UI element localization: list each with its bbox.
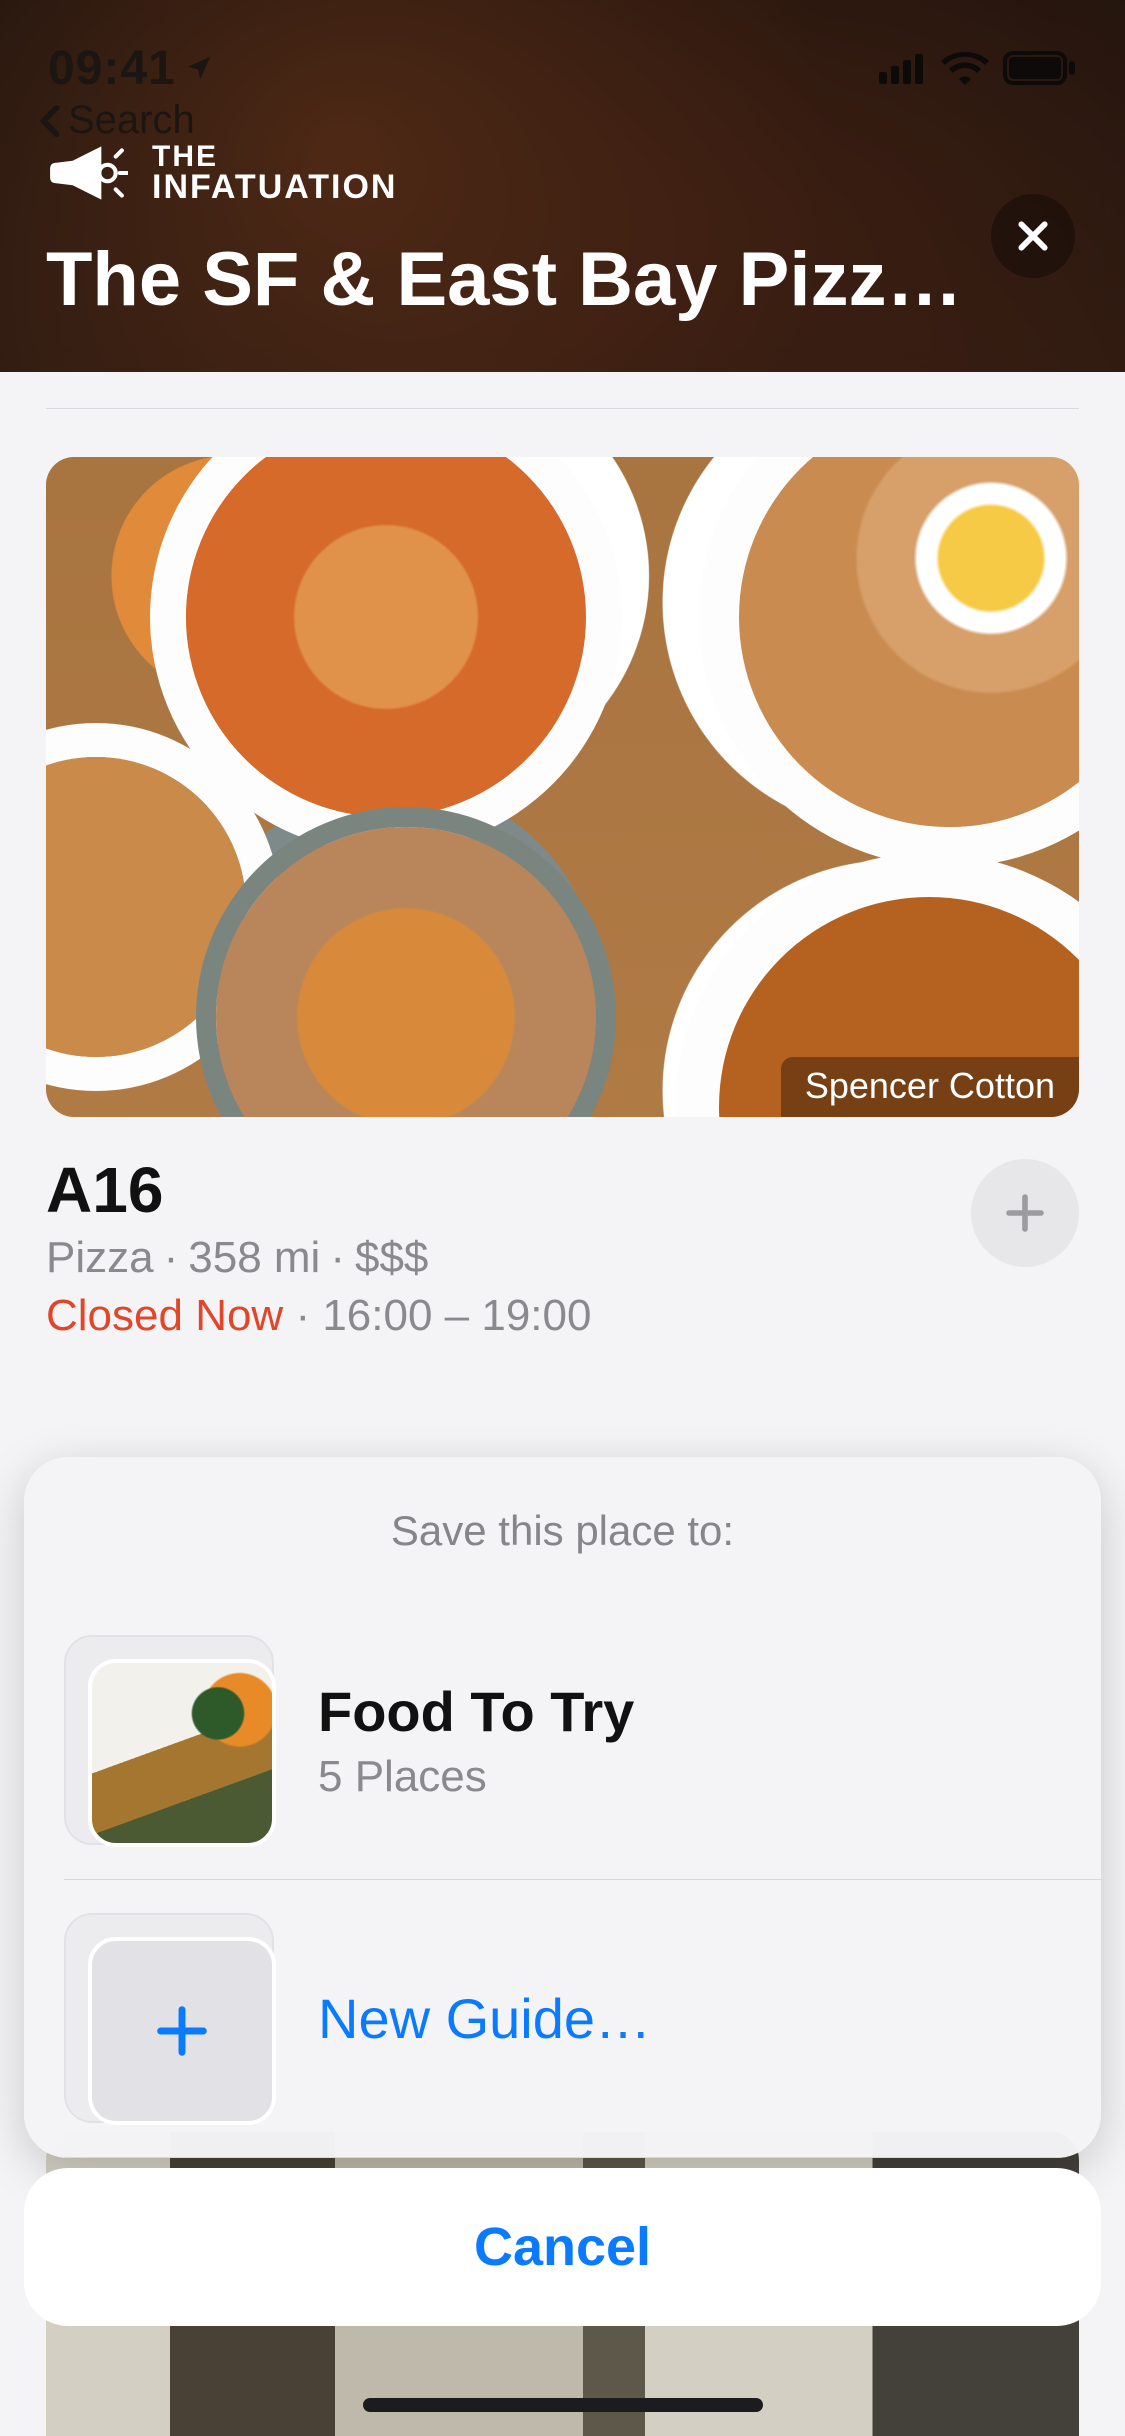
header-hero: 09:41 Search THE INFATUATION [0,0,1125,372]
cancel-label: Cancel [474,2217,651,2277]
plus-icon [150,1999,214,2063]
guide-subtitle: 5 Places [318,1752,634,1802]
battery-icon [1003,51,1077,85]
new-guide-option[interactable]: New Guide… [24,1879,1101,2157]
back-to-search[interactable]: Search [36,98,195,143]
status-time: 09:41 [48,41,214,96]
back-label: Search [68,98,195,143]
brand-name: THE INFATUATION [152,143,398,204]
guide-option-food-to-try[interactable]: Food To Try 5 Places [24,1601,1101,1879]
cellular-icon [879,52,927,84]
home-indicator[interactable] [363,2398,763,2412]
new-guide-thumbnail [64,1913,274,2123]
close-button[interactable] [991,194,1075,278]
chevron-left-icon [36,104,62,138]
close-icon [1013,216,1053,256]
guide-name: Food To Try [318,1679,634,1744]
new-guide-label: New Guide… [318,1986,651,2051]
cancel-button[interactable]: Cancel [24,2168,1101,2326]
clock-label: 09:41 [48,41,176,96]
wifi-icon [941,51,989,85]
sheet-title: Save this place to: [24,1457,1101,1601]
guide-thumbnail [64,1635,274,1845]
location-arrow-icon [184,53,214,83]
page-title: The SF & East Bay Pizza… [46,236,965,323]
status-bar: 09:41 [0,28,1125,108]
megaphone-icon [46,142,128,204]
save-sheet: Save this place to: Food To Try 5 Places… [24,1457,1101,2158]
